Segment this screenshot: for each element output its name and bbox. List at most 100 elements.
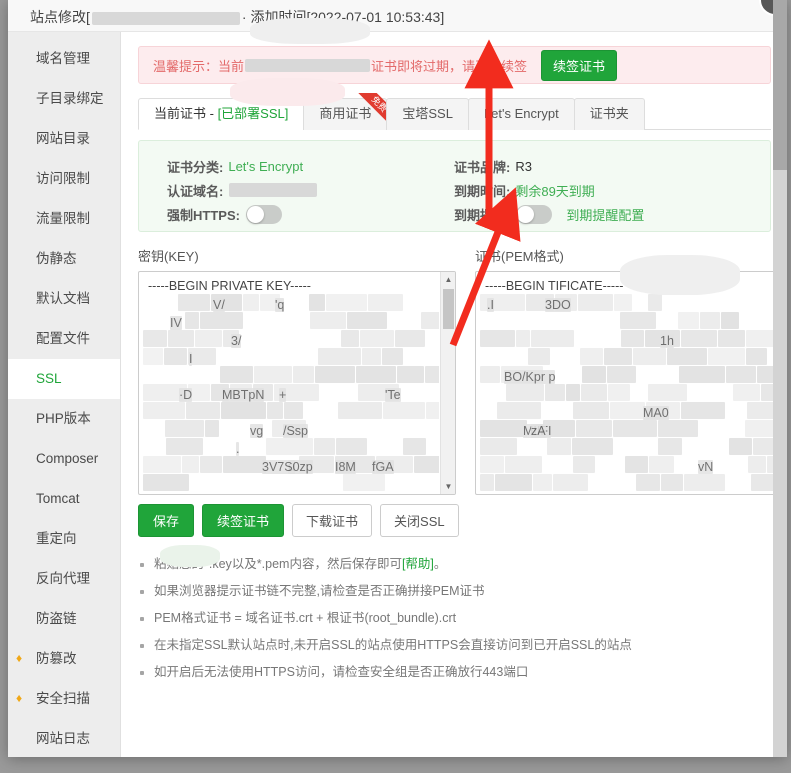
sidebar-item-15[interactable]: ♦ 防篡改 [8, 639, 120, 679]
help-item-2: PEM格式证书 = 域名证书.crt + 根证书(root_bundle).cr… [138, 605, 771, 632]
redacted-text-fragment: 1h [660, 334, 674, 348]
sidebar-item-12[interactable]: 重定向 [8, 519, 120, 559]
modal-titlebar: 站点修改[· 添加时间[2022-07-01 10:53:43] [8, 0, 787, 32]
banner-text-before: 温馨提示：当前 [153, 58, 245, 74]
redacted-text-fragment: IV [170, 316, 182, 330]
redaction-block [425, 366, 439, 383]
redaction-block [566, 384, 580, 401]
sidebar-item-3[interactable]: 访问限制 [8, 159, 120, 199]
redaction-block [266, 438, 313, 455]
expiry-reminder-toggle[interactable] [516, 204, 553, 224]
sidebar-item-label: 网站日志 [36, 731, 90, 746]
key-scrollbar[interactable]: ▲ ▼ [440, 272, 455, 494]
redaction-block [726, 366, 756, 383]
redaction-block [582, 366, 606, 383]
redaction-block [143, 330, 167, 347]
title-suffix: · 添加时间[2022-07-01 10:53:43] [241, 9, 445, 25]
sidebar-item-10[interactable]: Composer [8, 439, 120, 479]
sidebar-item-1[interactable]: 子目录绑定 [8, 79, 120, 119]
banner-text-after: 证书即将过期，请及时续签 [371, 58, 528, 74]
certificate-info-panel: 证书分类: Let's Encrypt 认证域名: 强制HTTPS: 证书品牌: [138, 140, 771, 232]
scroll-up-icon[interactable]: ▲ [441, 272, 455, 287]
sidebar-item-label: PHP版本 [36, 411, 91, 426]
sidebar-item-5[interactable]: 伪静态 [8, 239, 120, 279]
redaction-block [497, 402, 541, 419]
redaction-block [658, 438, 682, 455]
action-button-2[interactable]: 下载证书 [292, 504, 373, 537]
redaction-block [397, 366, 424, 383]
tab-1[interactable]: 商用证书 免费 [303, 93, 395, 130]
tab-label: 当前证书 - [154, 106, 218, 121]
redacted-text-fragment: 'Te [385, 388, 401, 402]
action-button-0[interactable]: 保存 [138, 504, 195, 537]
help-text: 如开启后无法使用HTTPS访问，请检查安全组是否正确放行443端口 [154, 665, 529, 679]
action-button-1[interactable]: 续签证书 [202, 504, 285, 537]
page-scrollbar[interactable] [773, 0, 787, 757]
tab-2[interactable]: 宝塔SSL [386, 98, 469, 130]
redaction-block [343, 474, 385, 491]
key-redacted-content: 3/vgI8M.+·D'qV/IMBTpN'TeufGA/SspIV3V7S0z… [141, 294, 439, 492]
redaction-block [528, 348, 550, 365]
redaction-block [505, 456, 542, 473]
sidebar-item-2[interactable]: 网站目录 [8, 119, 120, 159]
redaction-block [143, 402, 185, 419]
redacted-text-fragment: 'q [275, 298, 285, 312]
tab-0[interactable]: 当前证书 - [已部署SSL] [138, 98, 305, 130]
redaction-block [382, 348, 403, 365]
cert-info-left-column: 证书分类: Let's Encrypt 认证域名: 强制HTTPS: [167, 154, 318, 226]
redacted-text-fragment: V/ [213, 298, 225, 312]
key-scroll-thumb[interactable] [443, 289, 454, 329]
redacted-text-fragment: I8M [335, 460, 356, 474]
sidebar-item-0[interactable]: 域名管理 [8, 39, 120, 79]
pem-editor-block: 证书(PEM格式) -----BEGIN TIFICATE----- MIIFI… [475, 246, 787, 495]
sidebar-item-8[interactable]: SSL [8, 359, 120, 399]
sidebar-item-6[interactable]: 默认文档 [8, 279, 120, 319]
sidebar-item-4[interactable]: 流量限制 [8, 199, 120, 239]
renew-certificate-banner-button[interactable]: 续签证书 [541, 49, 618, 81]
redaction-block [403, 438, 426, 455]
cert-expire-value: 剩余89天到期 [515, 183, 595, 199]
sidebar-item-11[interactable]: Tomcat [8, 479, 120, 519]
redaction-block [164, 348, 187, 365]
redaction-block [533, 474, 552, 491]
redaction-block [610, 402, 645, 419]
redaction-block [480, 456, 504, 473]
redaction-block [186, 402, 220, 419]
expiry-warning-banner: 温馨提示：当前 证书即将过期，请及时续签 续签证书 [138, 46, 771, 84]
key-textarea[interactable]: -----BEGIN PRIVATE KEY----- 3/vg I8M. + ·D '… [138, 271, 456, 495]
sidebar-item-16[interactable]: ♦ 安全扫描 [8, 679, 120, 719]
redaction-block [678, 312, 699, 329]
sidebar-item-17[interactable]: 网站日志 [8, 719, 120, 757]
redaction-block [326, 294, 367, 311]
redacted-text-fragment: vg [250, 424, 264, 438]
sidebar-item-label: 伪静态 [36, 251, 77, 266]
redaction-block [360, 330, 394, 347]
tab-label: 商用证书 [319, 106, 372, 121]
tab-4[interactable]: 证书夹 [573, 98, 645, 130]
redaction-block [178, 294, 210, 311]
cert-category-row: 证书分类: Let's Encrypt [167, 154, 317, 178]
scroll-down-icon[interactable]: ▼ [441, 479, 455, 494]
sidebar-item-7[interactable]: 配置文件 [8, 319, 120, 359]
redaction-block [545, 384, 565, 401]
redaction-block [613, 420, 657, 437]
redaction-block [166, 438, 203, 455]
redacted-domain [91, 11, 240, 25]
redaction-block [721, 312, 739, 329]
expiry-reminder-config-link[interactable]: 到期提醒配置 [566, 205, 644, 224]
action-button-3[interactable]: 关闭SSL [380, 504, 459, 537]
force-https-toggle[interactable] [245, 204, 282, 224]
sidebar-item-9[interactable]: PHP版本 [8, 399, 120, 439]
page-scroll-thumb[interactable] [773, 0, 787, 170]
redaction-block [531, 330, 574, 347]
redaction-block [347, 312, 387, 329]
pem-textarea[interactable]: -----BEGIN TIFICATE----- MIIFIMA03DOzA.I… [475, 271, 787, 495]
redaction-block [700, 312, 720, 329]
redaction-block [621, 330, 644, 347]
sidebar-item-13[interactable]: 反向代理 [8, 559, 120, 599]
tab-3[interactable]: Let's Encrypt [467, 98, 575, 130]
sidebar-item-14[interactable]: 防盗链 [8, 599, 120, 639]
help-link[interactable]: [帮助] [402, 557, 434, 571]
sidebar-item-label: Composer [36, 451, 99, 466]
redaction-block [314, 438, 335, 455]
